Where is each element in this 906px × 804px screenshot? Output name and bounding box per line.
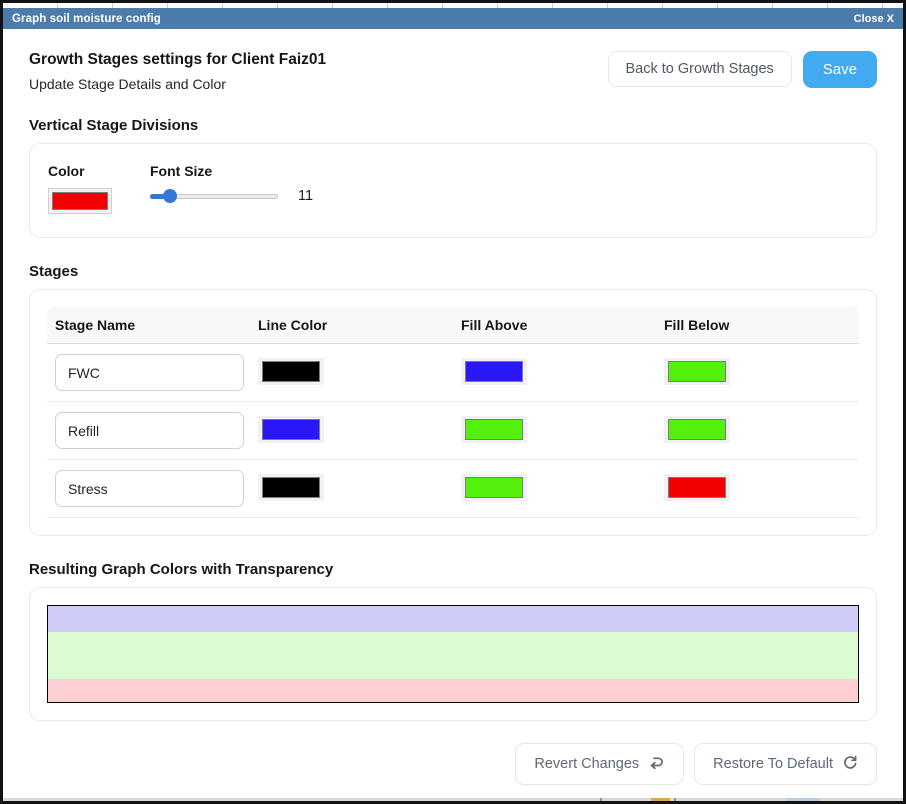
fill-below-picker[interactable] [664, 416, 730, 443]
preview-card [29, 587, 877, 721]
modal-title: Graph soil moisture config [12, 13, 161, 25]
page-title: Growth Stages settings for Client Faiz01 [29, 51, 326, 69]
fill-below-value [668, 419, 726, 440]
preview-band-bottom [48, 679, 858, 702]
undo-icon [648, 755, 665, 774]
header-row: Growth Stages settings for Client Faiz01… [29, 51, 877, 92]
fill-above-value [465, 361, 523, 382]
stages-table: Stage Name Line Color Fill Above Fill Be… [47, 307, 859, 518]
font-size-label: Font Size [150, 163, 313, 179]
line-color-picker[interactable] [258, 474, 324, 501]
stage-name-input[interactable] [55, 354, 244, 391]
close-button[interactable]: Close X [854, 13, 894, 25]
page-subtitle: Update Stage Details and Color [29, 76, 326, 92]
font-size-field: Font Size 11 [150, 163, 313, 204]
fill-above-picker[interactable] [461, 358, 527, 385]
table-row [47, 460, 859, 518]
vertical-divisions-card: Color Font Size 11 [29, 143, 877, 238]
col-line-color: Line Color [250, 307, 453, 343]
table-row [47, 344, 859, 402]
preview-band-top [48, 606, 858, 632]
stages-heading: Stages [29, 263, 877, 280]
line-color-value [262, 477, 320, 498]
line-color-picker[interactable] [258, 358, 324, 385]
stage-name-input[interactable] [55, 412, 244, 449]
restore-default-label: Restore To Default [713, 756, 833, 772]
fill-above-value [465, 419, 523, 440]
preview-band-middle [48, 632, 858, 679]
col-stage-name: Stage Name [47, 307, 250, 343]
stages-table-header: Stage Name Line Color Fill Above Fill Be… [47, 307, 859, 344]
division-color-value [52, 192, 108, 210]
font-size-slider[interactable] [150, 189, 278, 203]
save-button[interactable]: Save [803, 51, 877, 88]
line-color-picker[interactable] [258, 416, 324, 443]
fill-above-value [465, 477, 523, 498]
fill-below-picker[interactable] [664, 358, 730, 385]
stages-card: Stage Name Line Color Fill Above Fill Be… [29, 289, 877, 536]
fill-below-value [668, 477, 726, 498]
refresh-icon [842, 754, 858, 774]
line-color-value [262, 419, 320, 440]
color-label: Color [48, 163, 112, 179]
revert-changes-label: Revert Changes [534, 756, 639, 772]
division-color-field: Color [48, 163, 112, 214]
restore-to-default-button[interactable]: Restore To Default [694, 743, 877, 785]
page-behind-bottom [3, 798, 903, 801]
stage-name-input[interactable] [55, 470, 244, 507]
fill-above-picker[interactable] [461, 416, 527, 443]
header-text: Growth Stages settings for Client Faiz01… [29, 51, 326, 92]
header-actions: Back to Growth Stages Save [608, 51, 878, 88]
fill-below-value [668, 361, 726, 382]
font-size-value: 11 [298, 188, 313, 204]
col-fill-above: Fill Above [453, 307, 656, 343]
footer-actions: Revert Changes Restore To Default [29, 743, 877, 785]
table-row [47, 402, 859, 460]
slider-thumb[interactable] [163, 189, 177, 203]
col-fill-below: Fill Below [656, 307, 859, 343]
division-color-picker[interactable] [48, 188, 112, 214]
fill-below-picker[interactable] [664, 474, 730, 501]
transparency-preview [47, 605, 859, 703]
back-to-growth-stages-button[interactable]: Back to Growth Stages [608, 51, 792, 87]
fill-above-picker[interactable] [461, 474, 527, 501]
modal-content: Growth Stages settings for Client Faiz01… [3, 29, 903, 798]
modal-titlebar: Graph soil moisture config Close X [3, 8, 903, 29]
preview-heading: Resulting Graph Colors with Transparency [29, 561, 877, 578]
revert-changes-button[interactable]: Revert Changes [515, 743, 684, 785]
line-color-value [262, 361, 320, 382]
vertical-divisions-heading: Vertical Stage Divisions [29, 117, 877, 134]
